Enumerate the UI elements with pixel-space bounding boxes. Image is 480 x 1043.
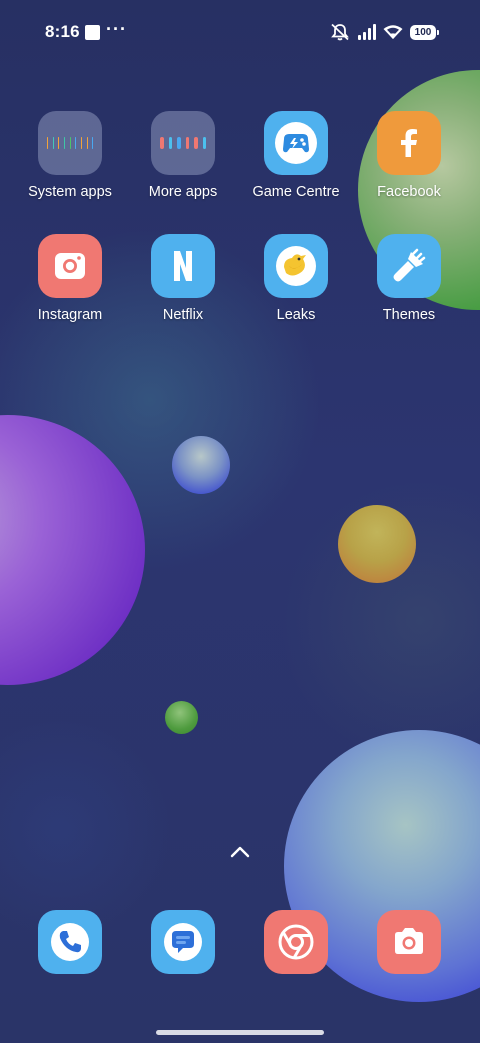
app-more-apps-folder[interactable]: More apps xyxy=(127,111,239,200)
app-facebook[interactable]: Facebook xyxy=(353,111,465,200)
wallpaper-bubble xyxy=(338,505,416,583)
chrome-icon xyxy=(264,910,328,974)
app-netflix[interactable]: Netflix xyxy=(127,234,239,323)
notification-icon xyxy=(85,25,100,40)
mini-app-icon xyxy=(194,137,198,149)
mini-app-icon xyxy=(177,137,181,149)
mini-app-icon xyxy=(202,137,206,149)
dock xyxy=(0,910,480,978)
mini-app-icon xyxy=(64,137,65,149)
mini-app-icon xyxy=(185,137,189,149)
chevron-up-icon[interactable] xyxy=(228,842,252,862)
instagram-icon xyxy=(38,234,102,298)
mini-app-icon xyxy=(46,137,48,149)
home-indicator[interactable] xyxy=(156,1030,324,1035)
messages-icon xyxy=(151,910,215,974)
notifications-muted-icon xyxy=(331,23,349,41)
mini-app-icon xyxy=(160,137,164,149)
dock-phone-app[interactable] xyxy=(14,910,126,974)
app-label: Game Centre xyxy=(252,184,340,200)
bird-icon xyxy=(264,234,328,298)
dock-chrome-app[interactable] xyxy=(240,910,352,974)
wifi-icon xyxy=(383,25,403,39)
camera-icon xyxy=(377,910,441,974)
app-leaks[interactable]: Leaks xyxy=(240,234,352,323)
app-system-apps-folder[interactable]: System apps xyxy=(14,111,126,200)
app-label: Themes xyxy=(382,307,436,323)
app-themes[interactable]: Themes xyxy=(353,234,465,323)
app-instagram[interactable]: Instagram xyxy=(14,234,126,323)
mini-app-icon xyxy=(58,137,59,149)
paintbrush-icon xyxy=(377,234,441,298)
more-notifications-icon: ··· xyxy=(106,19,127,39)
wallpaper-bubble xyxy=(165,701,198,734)
wallpaper-bubble xyxy=(172,436,230,494)
mini-app-icon xyxy=(92,137,94,149)
mini-app-icon xyxy=(52,137,54,149)
mini-app-icon xyxy=(75,137,77,149)
status-bar: 8:16 ··· 100 xyxy=(0,0,480,64)
app-label: More apps xyxy=(148,184,218,200)
status-icons: 100 xyxy=(330,22,439,42)
mini-app-icon xyxy=(81,137,82,149)
dock-messages-app[interactable] xyxy=(127,910,239,974)
folder-icon xyxy=(38,111,102,175)
mini-app-icon xyxy=(86,137,88,149)
app-label: Netflix xyxy=(162,307,204,323)
dock-camera-app[interactable] xyxy=(353,910,465,974)
facebook-icon xyxy=(377,111,441,175)
cellular-signal-icon xyxy=(358,24,376,40)
netflix-icon xyxy=(151,234,215,298)
app-label: Leaks xyxy=(276,307,316,323)
gamepad-icon xyxy=(264,111,328,175)
battery-icon: 100 xyxy=(410,24,439,40)
folder-icon xyxy=(151,111,215,175)
wallpaper-bubble xyxy=(0,415,145,685)
status-time: 8:16 xyxy=(45,22,80,41)
mini-app-icon xyxy=(168,137,172,149)
phone-icon xyxy=(38,910,102,974)
app-label: Instagram xyxy=(37,307,103,323)
mini-app-icon xyxy=(69,137,71,149)
app-label: Facebook xyxy=(377,184,441,200)
app-game-centre[interactable]: Game Centre xyxy=(240,111,352,200)
app-label: System apps xyxy=(28,184,112,200)
